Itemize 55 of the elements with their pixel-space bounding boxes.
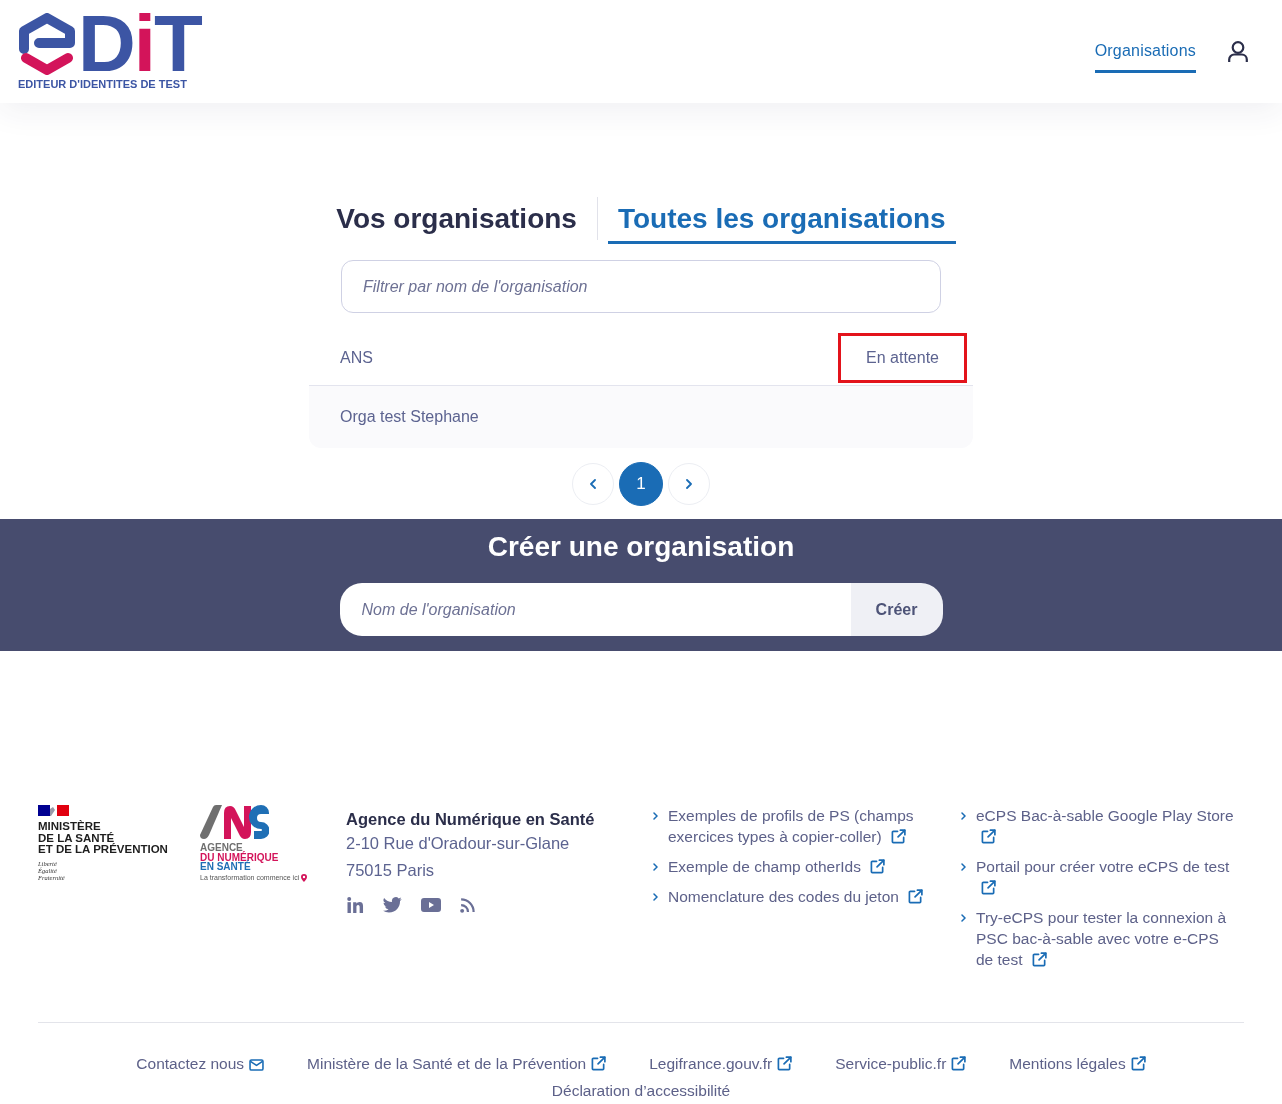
logo-wordmark: DiT xyxy=(78,13,201,75)
chevron-right-icon xyxy=(653,812,658,820)
footer-link[interactable]: Nomenclature des codes du jeton xyxy=(668,886,930,907)
organisation-name: Orga test Stephane xyxy=(340,408,479,426)
create-button[interactable]: Créer xyxy=(850,583,943,636)
user-icon[interactable] xyxy=(1228,40,1248,63)
flag-icon xyxy=(38,805,69,816)
chevron-right-icon xyxy=(653,893,658,901)
external-link-icon xyxy=(777,1056,793,1071)
chevron-right-icon xyxy=(961,863,966,871)
external-link-icon xyxy=(1130,1056,1146,1071)
footer-link[interactable]: Exemple de champ otherIds xyxy=(668,856,930,877)
chevron-right-icon xyxy=(961,812,966,820)
tab[interactable]: Vos organisations xyxy=(326,197,587,244)
create-title: Créer une organisation xyxy=(487,531,795,563)
logo-shapes-icon xyxy=(200,805,269,839)
filter-field[interactable]: Filtrer par nom de l'organisation xyxy=(341,260,941,313)
external-link-icon xyxy=(591,1056,607,1071)
address-line: 75015 Paris xyxy=(346,860,436,881)
page-button[interactable]: 1 xyxy=(619,462,663,506)
organisation-row[interactable]: ANS En attente xyxy=(309,330,973,386)
footer-link[interactable]: Contactez nous xyxy=(136,1053,265,1075)
status-label: En attente xyxy=(838,332,967,383)
agency-name: Agence du Numérique en Santé xyxy=(346,809,596,830)
ministry-name: MINISTÈRE DE LA SANTÉ ET DE LA PRÉVENTION xyxy=(38,821,169,856)
agency-name-line: DU NUMÉRIQUE xyxy=(200,852,280,862)
footer-link[interactable]: Service-public.fr xyxy=(835,1053,967,1075)
footer-link[interactable]: Exemples de profils de PS (champs exercices types à copier-coller) xyxy=(668,805,930,847)
address-line: 2-10 Rue d'Oradour-sur-Glane xyxy=(346,833,571,854)
organisation-name: ANS xyxy=(340,348,373,367)
chevron-right-icon xyxy=(653,863,658,871)
chevron-right-icon xyxy=(961,914,966,922)
organisation-name-field[interactable]: Nom de l'organisation xyxy=(339,583,851,636)
video-play-icon[interactable] xyxy=(421,898,441,912)
footer-link[interactable]: eCPS Bac-à-sable Google Play Store xyxy=(976,805,1240,847)
linkedin-icon[interactable] xyxy=(347,897,364,913)
footer-link[interactable]: Legifrance.gouv.fr xyxy=(649,1053,793,1075)
hexagon-logo-icon xyxy=(18,13,76,75)
bird-icon[interactable] xyxy=(383,897,402,913)
pin-icon xyxy=(301,873,308,882)
footer-link[interactable]: Ministère de la Santé et de la Prévention xyxy=(307,1053,607,1075)
agency-name-line: EN SANTÉ xyxy=(200,862,251,872)
tab[interactable]: Toutes les organisations xyxy=(607,197,956,244)
chevron-right-icon xyxy=(686,479,692,489)
envelope-icon xyxy=(249,1059,265,1071)
logo-tagline: EDITEUR D'IDENTITES DE TEST xyxy=(18,78,188,90)
nav-link[interactable]: Organisations xyxy=(1094,30,1196,73)
footer-link[interactable]: Try-eCPS pour tester la connexion à PSC bac-à-sable avec votre e-CPS de test xyxy=(976,907,1240,970)
organisation-row[interactable]: Orga test Stephane xyxy=(309,386,973,448)
external-link-icon xyxy=(951,1056,967,1071)
rss-icon[interactable] xyxy=(460,897,475,913)
footer-link[interactable]: Portail pour créer votre eCPS de test xyxy=(976,856,1240,898)
footer-link[interactable]: Mentions légales xyxy=(1009,1053,1146,1075)
chevron-left-icon xyxy=(590,479,596,489)
footer-link[interactable]: Déclaration d’accessibilité xyxy=(551,1080,731,1102)
